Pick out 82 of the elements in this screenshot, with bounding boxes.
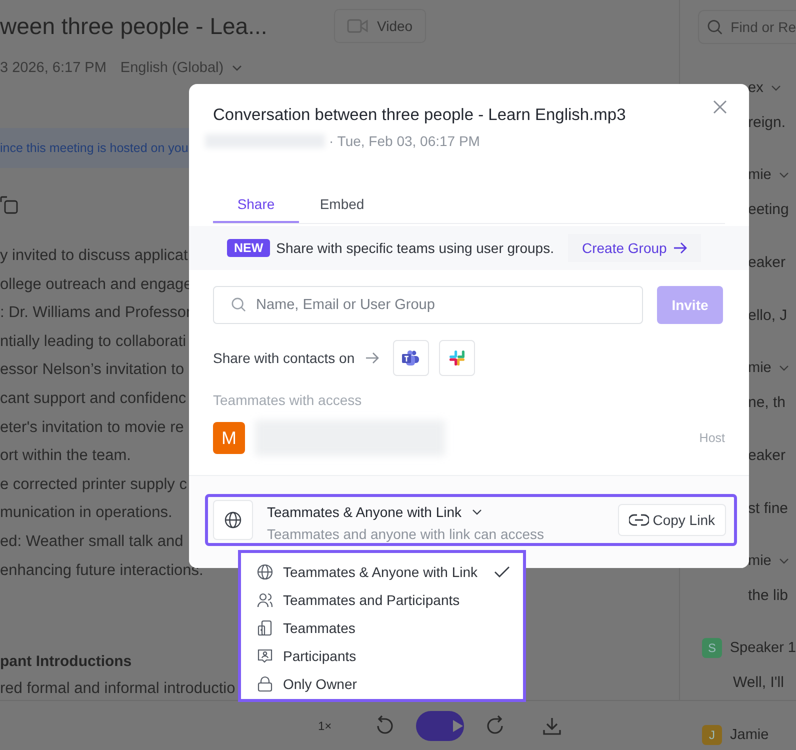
- transcript-text: st fine: [748, 500, 788, 516]
- speaker-avatar: S: [702, 638, 722, 658]
- summary-line: red formal and informal introductio: [0, 679, 236, 700]
- speaker-name: mie: [748, 553, 772, 569]
- summary-line: munication in operations.: [0, 503, 172, 524]
- transcript-text: eeting: [748, 200, 789, 218]
- section-heading: pant Introductions: [0, 652, 132, 672]
- summary-line: ollege outreach and engage: [0, 274, 192, 295]
- access-description: Teammates and anyone with link can access: [267, 526, 544, 542]
- speaker-name: mie: [748, 167, 772, 183]
- speaker-name: Jamie: [730, 727, 769, 743]
- access-level: Teammates & Anyone with Link: [267, 504, 462, 520]
- video-camera-icon: [347, 18, 369, 34]
- transcript-text: Well, I'll: [733, 674, 784, 690]
- transcript-text: ne, th: [748, 394, 786, 410]
- transcript-text: eaker: [748, 254, 786, 270]
- dialog-tab[interactable]: Embed: [299, 187, 385, 223]
- play-button[interactable]: [416, 710, 464, 740]
- link-icon: [628, 514, 649, 526]
- section-label: Teammates with access: [213, 392, 363, 408]
- speaker-name: ex: [748, 80, 764, 96]
- transcript-text: eaker: [748, 446, 786, 464]
- summary-line: : Dr. Williams and Professor: [0, 303, 192, 324]
- summary-line: essor Nelson’s invitation to: [0, 360, 184, 380]
- chevron-down-icon[interactable]: [771, 85, 782, 91]
- summary-line: ed: Weather small talk and: [0, 532, 184, 552]
- invite-search-field[interactable]: Name, Email or User Group: [213, 286, 643, 324]
- access-option[interactable]: Teammates: [241, 614, 523, 642]
- dialog-title: Conversation between three people - Learn English.mp3: [213, 106, 626, 125]
- lock-icon: [257, 676, 273, 692]
- chevron-down-icon: [232, 65, 242, 71]
- summary-line: e corrected printer supply c: [0, 474, 187, 495]
- chevron-down-icon[interactable]: [779, 558, 790, 564]
- chevron-down-icon: [472, 509, 482, 515]
- id-card-icon: [257, 620, 273, 636]
- search-icon: [707, 19, 723, 35]
- arrow-right-icon: [364, 352, 379, 364]
- access-selector[interactable]: Teammates & Anyone with Link Teammates and anyone with link can access Copy Link: [205, 494, 737, 546]
- new-badge: NEW: [227, 239, 270, 257]
- summary-line: ort within the team.: [0, 446, 131, 466]
- download-icon[interactable]: [542, 716, 562, 736]
- transcript-text: ello, J: [748, 306, 788, 324]
- teams-logo: [402, 350, 420, 366]
- chevron-down-icon[interactable]: [779, 172, 790, 178]
- summary-line: eter's invitation to movie re: [0, 418, 184, 438]
- chevron-down-icon[interactable]: [779, 365, 790, 371]
- access-option[interactable]: Participants: [241, 642, 523, 670]
- summary-line: y invited to discuss applicat: [0, 246, 188, 266]
- copy-icon[interactable]: [0, 196, 18, 214]
- summary-line: cant support and confidenc: [0, 388, 186, 409]
- people-icon: [257, 592, 273, 608]
- access-option[interactable]: Teammates & Anyone with Link: [241, 558, 523, 586]
- transcript-text: reign.: [748, 114, 786, 130]
- summary-line: enhancing future interactions.: [0, 560, 204, 581]
- person-card-icon: [257, 648, 273, 664]
- access-option[interactable]: Only Owner: [241, 670, 523, 698]
- play-icon: [452, 718, 464, 732]
- recording-date: 3 2026, 6:17 PM: [0, 60, 106, 76]
- create-group-link[interactable]: Create Group: [568, 234, 701, 262]
- member-avatar: M: [213, 422, 245, 454]
- member-role: Host: [699, 431, 725, 445]
- teams-app-button[interactable]: [392, 340, 429, 376]
- summary-line: ntially leading to collaborati: [0, 332, 186, 352]
- transcript-text: the lib: [748, 586, 788, 604]
- copy-link-button[interactable]: Copy Link: [618, 504, 726, 536]
- contacts-label: Share with contacts on: [213, 350, 355, 366]
- recording-title: ween three people - Lea...: [0, 12, 268, 40]
- slack-logo: [448, 350, 465, 366]
- speaker-name: Speaker 1: [730, 640, 796, 656]
- speaker-avatar: J: [702, 725, 722, 745]
- dialog-date: · Tue, Feb 03, 06:17 PM: [329, 133, 480, 149]
- close-icon[interactable]: [713, 100, 727, 114]
- access-option[interactable]: Teammates and Participants: [241, 586, 523, 614]
- dialog-tab[interactable]: Share: [213, 187, 299, 223]
- search-icon: [231, 297, 246, 312]
- globe-icon: [257, 564, 273, 580]
- info-banner: ince this meeting is hosted on you: [0, 128, 190, 168]
- slack-app-button[interactable]: [438, 340, 475, 376]
- speaker-name: mie: [748, 360, 772, 376]
- arrow-right-icon: [672, 242, 687, 254]
- globe-icon-box: [213, 500, 253, 540]
- notice-text: Share with specific teams using user groups.: [276, 240, 554, 256]
